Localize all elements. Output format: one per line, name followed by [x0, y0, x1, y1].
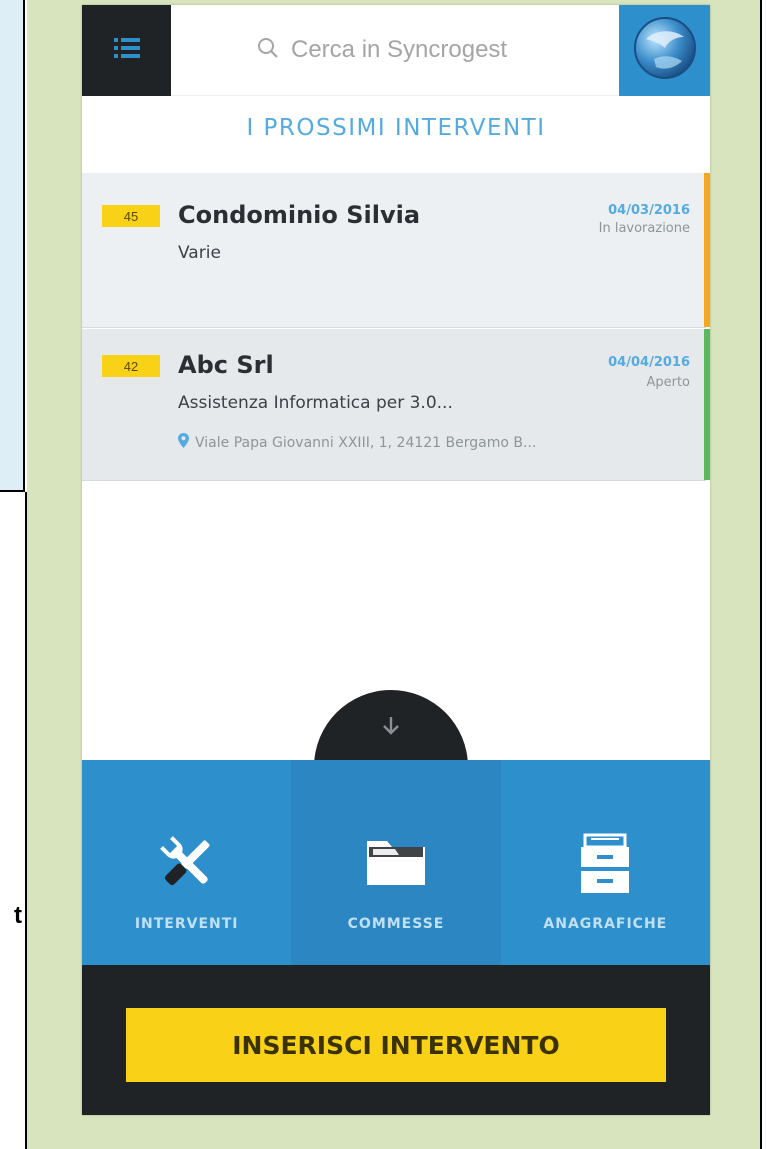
page-title: I PROSSIMI INTERVENTI — [246, 115, 546, 141]
status-color-bar — [704, 173, 710, 327]
bottom-navigation: INTERVENTI COMMESSE ANAGRAFICHE — [82, 760, 710, 965]
page-margin — [762, 0, 767, 1149]
nav-item-interventi[interactable]: INTERVENTI — [82, 760, 291, 965]
archive-drawer-icon — [575, 828, 635, 898]
search-input[interactable] — [289, 35, 533, 65]
folder-icon — [365, 828, 427, 898]
nav-label: COMMESSE — [347, 916, 445, 932]
intervention-card[interactable]: 42 Abc Srl Assistenza Informatica per 3.… — [82, 329, 710, 481]
bottom-action-area: INSERISCI INTERVENTO — [82, 965, 710, 1115]
nav-label: INTERVENTI — [134, 916, 239, 932]
tools-icon — [152, 828, 222, 898]
profile-button[interactable] — [619, 5, 710, 96]
globe-logo-icon — [632, 15, 698, 86]
intervention-date: 04/03/2016 — [608, 203, 690, 218]
search-icon — [257, 37, 279, 64]
intervention-date: 04/04/2016 — [608, 355, 690, 370]
status-color-bar — [704, 329, 710, 480]
intervention-title: Abc Srl — [178, 351, 274, 379]
nav-item-commesse[interactable]: COMMESSE — [291, 760, 501, 965]
map-pin-icon — [178, 433, 189, 452]
intervention-number-badge: 45 — [102, 205, 160, 227]
intervention-card[interactable]: 45 Condominio Silvia Varie 04/03/2016 In… — [82, 173, 710, 328]
top-bar — [82, 5, 710, 96]
insert-intervention-button[interactable]: INSERISCI INTERVENTO — [126, 1008, 666, 1082]
intervention-subtitle: Varie — [178, 243, 221, 263]
intervention-subtitle: Assistenza Informatica per 3.0... — [178, 393, 453, 413]
menu-button[interactable] — [82, 5, 171, 96]
intervention-number-badge: 42 — [102, 355, 160, 377]
app-screen: I PROSSIMI INTERVENTI 45 Condominio Silv… — [82, 5, 710, 1115]
search-bar — [171, 5, 619, 96]
intervention-status: Aperto — [646, 375, 690, 390]
nav-item-anagrafiche[interactable]: ANAGRAFICHE — [501, 760, 710, 965]
intervention-title: Condominio Silvia — [178, 201, 421, 229]
nav-label: ANAGRAFICHE — [543, 916, 668, 932]
intervention-status: In lavorazione — [598, 221, 690, 236]
hamburger-icon — [113, 37, 140, 64]
document-text-fragment: t — [14, 902, 22, 929]
document-table-cell — [0, 0, 25, 492]
intervention-address: Viale Papa Giovanni XXIII, 1, 24121 Berg… — [178, 433, 683, 452]
address-text: Viale Papa Giovanni XXIII, 1, 24121 Berg… — [195, 434, 537, 451]
